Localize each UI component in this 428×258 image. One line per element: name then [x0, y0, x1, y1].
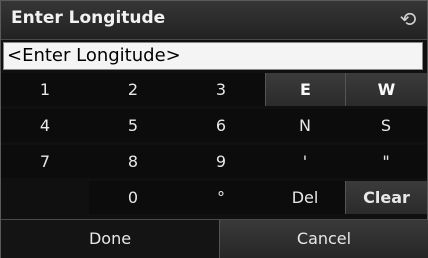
key-degree[interactable]: ° [177, 181, 265, 214]
key-north[interactable]: N [265, 109, 345, 142]
cancel-button[interactable]: Cancel [219, 220, 428, 258]
key-9[interactable]: 9 [177, 145, 265, 178]
key-east[interactable]: E [265, 73, 345, 106]
delete-button[interactable]: Del [265, 181, 345, 214]
key-8[interactable]: 8 [89, 145, 177, 178]
key-6[interactable]: 6 [177, 109, 265, 142]
page-title: Enter Longitude [11, 8, 166, 28]
key-2[interactable]: 2 [89, 73, 177, 106]
clear-button[interactable]: Clear [345, 181, 427, 214]
key-7[interactable]: 7 [1, 145, 89, 178]
key-south[interactable]: S [345, 109, 427, 142]
key-4[interactable]: 4 [1, 109, 89, 142]
key-5[interactable]: 5 [89, 109, 177, 142]
title-bar: Enter Longitude ⟲ [1, 1, 427, 40]
key-second[interactable]: " [345, 145, 427, 178]
back-arrow-icon[interactable]: ⟲ [397, 7, 419, 31]
key-3[interactable]: 3 [177, 73, 265, 106]
key-minute[interactable]: ' [265, 145, 345, 178]
key-1[interactable]: 1 [1, 73, 89, 106]
key-0[interactable]: 0 [89, 181, 177, 214]
done-button[interactable]: Done [1, 220, 219, 258]
longitude-input[interactable]: <Enter Longitude> [3, 42, 423, 70]
bottom-bar: Done Cancel [1, 219, 428, 258]
longitude-entry-screen: Enter Longitude ⟲ <Enter Longitude> 1 2 … [0, 0, 428, 258]
key-west[interactable]: W [345, 73, 427, 106]
